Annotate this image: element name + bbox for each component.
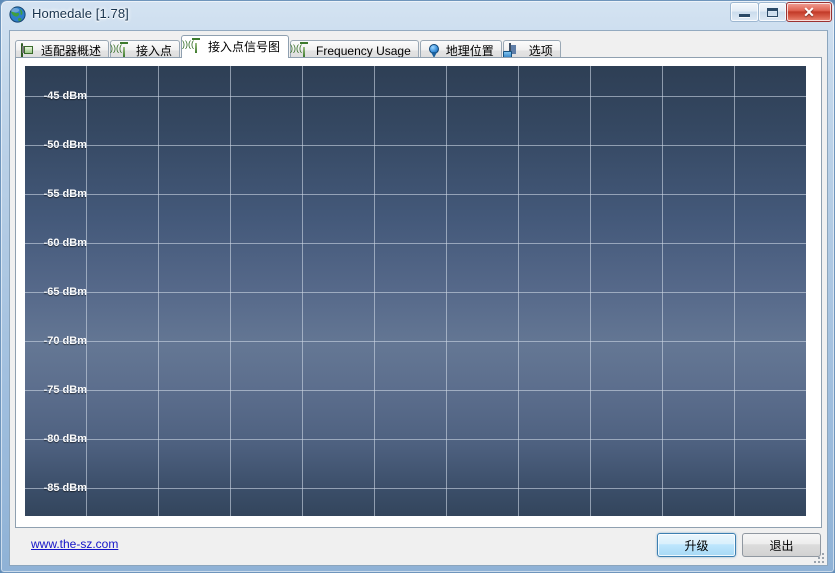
- tab-label: 接入点: [136, 43, 173, 58]
- wifi-icon: (()): [110, 41, 132, 58]
- tab-access-point-signal-graph[interactable]: (()) 接入点信号图: [181, 35, 290, 58]
- gridline-horizontal: [25, 144, 806, 146]
- gridline-horizontal: [25, 340, 806, 342]
- gridline-horizontal: [25, 95, 806, 97]
- wifi-icon: (()): [290, 41, 312, 58]
- gridline-vertical: [301, 66, 303, 516]
- minimize-icon: [739, 13, 750, 17]
- gridline-vertical: [373, 66, 375, 516]
- footer-bar: www.the-sz.com 升级 退出: [10, 528, 827, 565]
- gridline-vertical: [85, 66, 87, 516]
- website-link[interactable]: www.the-sz.com: [31, 537, 118, 551]
- resize-grip[interactable]: [812, 551, 824, 563]
- gridline-horizontal: [25, 291, 806, 293]
- adapter-icon: [21, 42, 37, 59]
- gridline-horizontal: [25, 438, 806, 440]
- tab-strip: 适配器概述 (()) 接入点 (()) 接入点信号图 (()) Frequen…: [15, 35, 562, 60]
- minimize-button[interactable]: [730, 2, 759, 22]
- window-title: Homedale [1.78]: [32, 6, 129, 21]
- app-window: Homedale [1.78] ✕ 适配器概述 (()) 接入点 (()) …: [0, 0, 835, 573]
- tab-label: 地理位置: [445, 43, 494, 58]
- wifi-icon: (()): [182, 38, 204, 54]
- globe-icon: [9, 6, 26, 23]
- gridline-vertical: [733, 66, 735, 516]
- signal-strength-chart[interactable]: -45 dBm -50 dBm -55 dBm -60 dBm -65 dBm -70 d…: [25, 66, 806, 516]
- gridline-vertical: [805, 66, 806, 516]
- window-controls: ✕: [730, 2, 832, 24]
- title-bar[interactable]: Homedale [1.78] ✕: [1, 1, 834, 30]
- maximize-icon: [767, 7, 778, 17]
- gridline-horizontal: [25, 193, 806, 195]
- maximize-button[interactable]: [758, 2, 787, 22]
- gridline-vertical: [589, 66, 591, 516]
- gridline-horizontal: [25, 487, 806, 489]
- map-pin-icon: [426, 43, 442, 58]
- options-icon: [508, 42, 525, 59]
- tab-label: 选项: [528, 43, 553, 58]
- gridline-vertical: [661, 66, 663, 516]
- upgrade-button[interactable]: 升级: [657, 533, 736, 557]
- close-button[interactable]: ✕: [786, 2, 832, 22]
- gridline-vertical: [517, 66, 519, 516]
- gridline-vertical: [445, 66, 447, 516]
- tab-label: Frequency Usage: [316, 43, 411, 58]
- tab-label: 接入点信号图: [208, 40, 281, 54]
- gridline-vertical: [157, 66, 159, 516]
- tab-page-signal-graph: -45 dBm -50 dBm -55 dBm -60 dBm -65 dBm -70 d…: [15, 57, 822, 528]
- tab-label: 适配器概述: [41, 43, 102, 58]
- gridline-horizontal: [25, 242, 806, 244]
- client-area: 适配器概述 (()) 接入点 (()) 接入点信号图 (()) Frequen…: [9, 30, 828, 566]
- exit-button[interactable]: 退出: [742, 533, 821, 557]
- gridline-horizontal: [25, 389, 806, 391]
- gridline-vertical: [229, 66, 231, 516]
- close-icon: ✕: [803, 4, 815, 20]
